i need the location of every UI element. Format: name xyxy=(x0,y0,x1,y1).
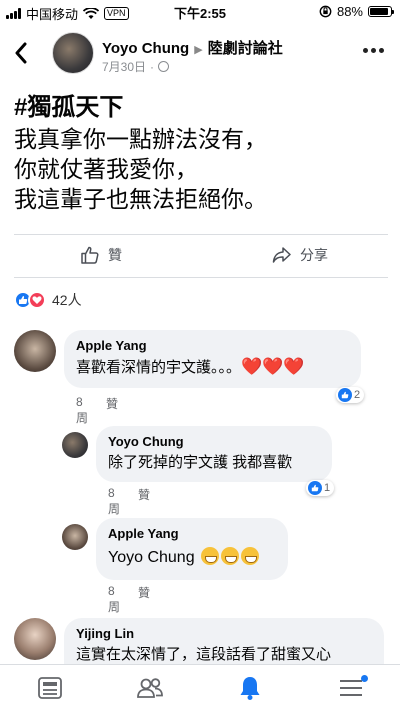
comment-meta: 8周 贊 xyxy=(76,395,118,426)
commenter-name[interactable]: Yijing Lin xyxy=(76,626,372,641)
battery-fill xyxy=(370,8,388,15)
comment-time[interactable]: 8周 xyxy=(108,584,120,615)
comment-like-button[interactable]: 贊 xyxy=(106,395,118,426)
battery-icon xyxy=(368,6,394,17)
comment-meta: 8周 贊 xyxy=(108,486,150,517)
like-label: 贊 xyxy=(108,247,122,263)
grinning-emoji xyxy=(201,547,220,565)
comment-reaction-badge[interactable]: 2 xyxy=(336,387,365,403)
notifications-bell-icon xyxy=(240,677,260,700)
status-right: 88% xyxy=(319,4,394,19)
commenter-name[interactable]: Yoyo Chung xyxy=(108,434,320,449)
post-line: 你就仗著我愛你， xyxy=(14,156,198,182)
comment-meta: 8周 贊 xyxy=(108,584,150,615)
thumbs-up-icon xyxy=(81,246,99,264)
commenter-avatar[interactable] xyxy=(14,330,56,372)
comment-bubble: Yoyo Chung 除了死掉的宇文護 我都喜歡 xyxy=(96,426,332,482)
comment-like-button[interactable]: 贊 xyxy=(138,486,150,517)
author-name[interactable]: Yoyo Chung xyxy=(102,40,189,57)
post-body: #獨孤天下 我真拿你一點辦法沒有， 你就仗著我愛你， 我這輩子也無法拒絕你。 xyxy=(14,92,389,214)
comment-time[interactable]: 8周 xyxy=(76,395,88,426)
commenter-name[interactable]: Apple Yang xyxy=(108,526,276,541)
more-dot xyxy=(371,48,376,53)
commenter-avatar[interactable] xyxy=(62,524,88,550)
comment-text: 這實在太深情了，這段話看了甜蜜又心 xyxy=(76,646,332,663)
comment-text: 喜歡看深情的宇文護。。。❤️❤️❤️ xyxy=(76,357,305,376)
nav-news-feed[interactable] xyxy=(35,673,65,703)
comment-reaction-count: 1 xyxy=(324,482,331,494)
comment-reaction-badge[interactable]: 1 xyxy=(306,480,335,496)
share-button[interactable]: 分享 xyxy=(272,245,328,265)
love-reaction-icon xyxy=(28,291,46,309)
chevron-left-icon xyxy=(15,42,27,64)
comment-text: Yoyo Chung xyxy=(108,547,276,568)
mentioned-user[interactable]: Yoyo Chung xyxy=(108,549,195,566)
comment-bubble: Apple Yang Yoyo Chung xyxy=(96,518,288,580)
group-name[interactable]: 陸劇討論社 xyxy=(208,40,283,57)
nav-menu[interactable] xyxy=(336,673,368,703)
share-label: 分享 xyxy=(300,247,328,263)
like-reaction-icon xyxy=(308,481,322,495)
commenter-avatar[interactable] xyxy=(62,432,88,458)
news-feed-icon xyxy=(38,677,62,699)
orientation-lock-icon xyxy=(319,5,332,18)
commenter-name[interactable]: Apple Yang xyxy=(76,338,349,353)
more-options-button[interactable] xyxy=(363,48,384,53)
comment-time[interactable]: 8周 xyxy=(108,486,120,517)
bottom-nav xyxy=(0,664,400,711)
post-actions: 贊 分享 xyxy=(14,234,388,278)
post-hashtag[interactable]: #獨孤天下 xyxy=(14,92,389,124)
friends-icon xyxy=(137,678,163,698)
nav-notifications[interactable] xyxy=(235,673,265,703)
menu-icon xyxy=(340,680,362,696)
status-bar: 中国移动 VPN 下午2:55 88% xyxy=(0,0,400,22)
menu-badge-dot xyxy=(361,675,368,682)
comment-like-button[interactable]: 贊 xyxy=(138,584,150,615)
triangle-right-icon: ▶ xyxy=(194,44,203,56)
comment-reaction-count: 2 xyxy=(354,389,361,401)
author-avatar[interactable] xyxy=(52,32,94,74)
nav-friends[interactable] xyxy=(135,673,165,703)
back-button[interactable] xyxy=(14,42,28,66)
more-dot xyxy=(363,48,368,53)
author-line: Yoyo Chung ▶ 陸劇討論社 xyxy=(102,37,283,58)
reactions-summary[interactable]: 42人 xyxy=(14,290,82,310)
reaction-count: 42人 xyxy=(52,292,82,308)
heart-emoji: ❤️❤️❤️ xyxy=(241,357,305,376)
globe-icon xyxy=(158,61,170,72)
post-date[interactable]: 7月30日 xyxy=(102,58,146,75)
post-header: Yoyo Chung ▶ 陸劇討論社 7月30日 · xyxy=(0,28,400,80)
grinning-emoji xyxy=(241,547,260,565)
post-meta: 7月30日 · xyxy=(102,58,170,75)
like-reaction-icon xyxy=(338,388,352,402)
more-dot xyxy=(379,48,384,53)
post-line: 我真拿你一點辦法沒有， xyxy=(14,126,267,152)
comment-text: 除了死掉的宇文護 我都喜歡 xyxy=(108,454,293,471)
like-button[interactable]: 贊 xyxy=(80,245,122,265)
grinning-emoji xyxy=(221,547,240,565)
share-icon xyxy=(272,247,291,263)
post-line: 我這輩子也無法拒絕你。 xyxy=(14,186,267,212)
commenter-avatar[interactable] xyxy=(14,618,56,660)
comment-bubble: Apple Yang 喜歡看深情的宇文護。。。❤️❤️❤️ xyxy=(64,330,361,388)
battery-percent: 88% xyxy=(336,4,363,19)
